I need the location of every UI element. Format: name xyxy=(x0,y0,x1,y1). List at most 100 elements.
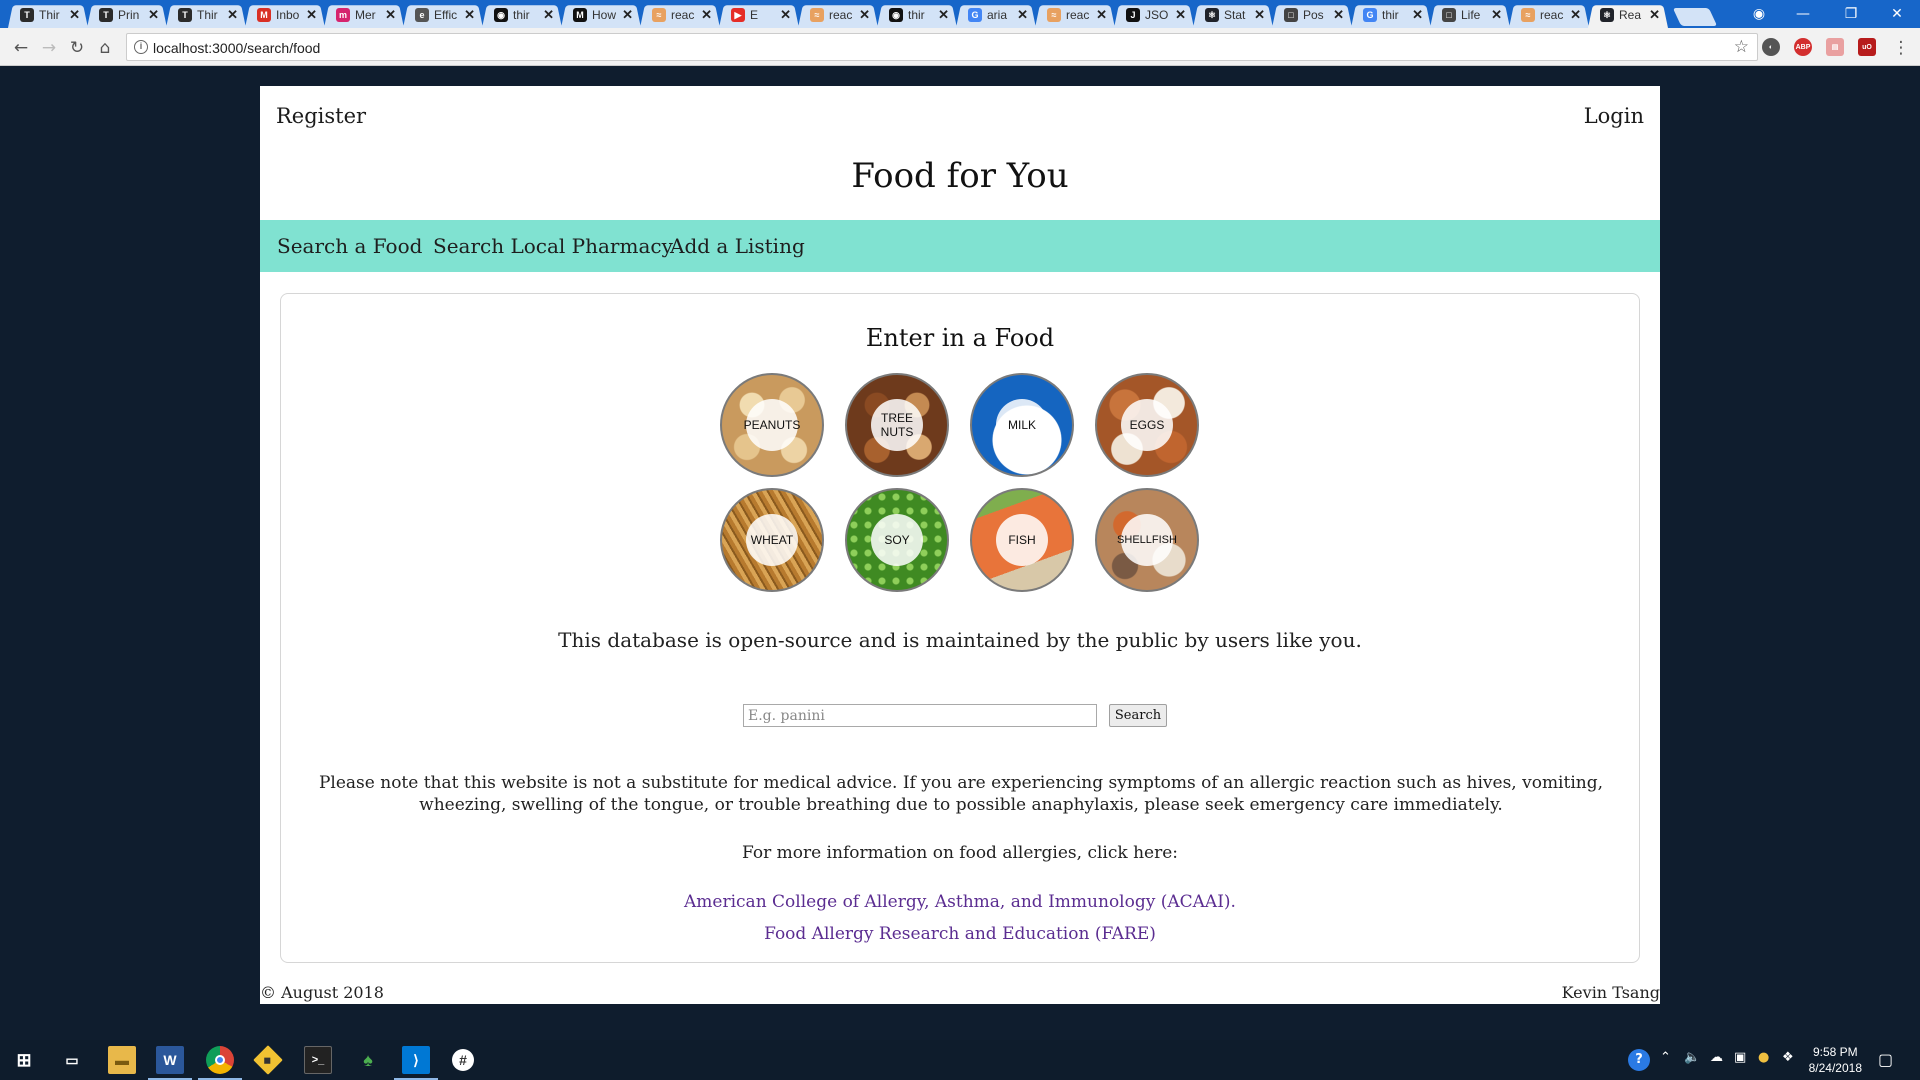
terminal-icon[interactable]: >_ xyxy=(304,1046,332,1074)
browser-tab[interactable]: Gthir ✕ xyxy=(1351,2,1431,28)
info-icon[interactable]: i xyxy=(134,40,148,54)
back-button[interactable]: ← xyxy=(10,37,32,59)
food-shellfish[interactable]: SHELLFISH xyxy=(1095,488,1199,592)
browser-tab[interactable]: ≈ reac ✕ xyxy=(1035,2,1115,28)
food-soy[interactable]: SOY xyxy=(845,488,949,592)
profile-icon[interactable]: ◉ xyxy=(1736,0,1782,28)
volume-icon[interactable]: 🔈 xyxy=(1684,1050,1700,1065)
tab-close-icon[interactable]: ✕ xyxy=(1175,7,1186,23)
tab-favicon-icon: T xyxy=(178,8,192,22)
tab-close-icon[interactable]: ✕ xyxy=(1412,7,1423,23)
browser-tab[interactable]: ≈ reac ✕ xyxy=(640,2,720,28)
browser-tab[interactable]: T Thir ✕ xyxy=(8,2,88,28)
tab-close-icon[interactable]: ✕ xyxy=(1649,7,1660,23)
pdf-extension-icon[interactable]: ▤ xyxy=(1826,38,1844,56)
slack-icon[interactable]: # xyxy=(452,1049,474,1071)
address-url[interactable]: localhost:3000/search/food xyxy=(153,40,320,56)
ublock-origin-icon[interactable]: uO xyxy=(1858,38,1876,56)
tab-close-icon[interactable]: ✕ xyxy=(385,7,396,23)
tab-close-icon[interactable]: ✕ xyxy=(148,7,159,23)
tab-close-icon[interactable]: ✕ xyxy=(701,7,712,23)
browser-tab[interactable]: T Prin ✕ xyxy=(87,2,167,28)
food-wheat[interactable]: WHEAT xyxy=(720,488,824,592)
browser-tab[interactable]: ◉ thir ✕ xyxy=(482,2,562,28)
tab-close-icon[interactable]: ✕ xyxy=(464,7,475,23)
food-tree-nuts[interactable]: TREE NUTS xyxy=(845,373,949,477)
tab-close-icon[interactable]: ✕ xyxy=(938,7,949,23)
nav-search-a-food[interactable]: Search a Food xyxy=(277,234,422,258)
food-milk[interactable]: MILK xyxy=(970,373,1074,477)
nav-search-local-pharmacy[interactable]: Search Local Pharmacy xyxy=(433,234,673,258)
sourcetree-icon[interactable]: ◆ xyxy=(253,1045,283,1075)
minimize-button[interactable]: — xyxy=(1780,0,1826,28)
food-fish[interactable]: FISH xyxy=(970,488,1074,592)
new-tab-button[interactable] xyxy=(1677,8,1713,26)
home-button[interactable]: ⌂ xyxy=(94,37,116,59)
onedrive-icon[interactable]: ☁ xyxy=(1710,1050,1723,1065)
tab-close-icon[interactable]: ✕ xyxy=(1570,7,1581,23)
tab-favicon-icon: ⚛ xyxy=(1600,8,1614,22)
browser-tab[interactable]: ⚛ Rea ✕ xyxy=(1588,2,1668,28)
word-icon[interactable]: W xyxy=(148,1046,192,1080)
nav-add-a-listing[interactable]: Add a Listing xyxy=(670,234,805,258)
browser-tab[interactable]: M Inbo ✕ xyxy=(245,2,325,28)
browser-tab[interactable]: ◉ thir ✕ xyxy=(877,2,957,28)
browser-tab[interactable]: ▶ E ✕ xyxy=(719,2,799,28)
tab-close-icon[interactable]: ✕ xyxy=(1017,7,1028,23)
browser-tab[interactable]: T Thir ✕ xyxy=(166,2,246,28)
browser-tab[interactable]: ≈ reac ✕ xyxy=(1509,2,1589,28)
tray-expand-icon[interactable]: ⌃ xyxy=(1660,1050,1671,1065)
browser-tab[interactable]: M How ✕ xyxy=(561,2,641,28)
browser-tab[interactable]: e Effic ✕ xyxy=(403,2,483,28)
chrome-icon[interactable] xyxy=(198,1046,242,1080)
task-view-icon[interactable]: ▭ xyxy=(58,1046,86,1074)
register-link[interactable]: Register xyxy=(276,104,366,128)
browser-tab[interactable]: J JSO ✕ xyxy=(1114,2,1194,28)
login-link[interactable]: Login xyxy=(1584,104,1644,128)
tab-close-icon[interactable]: ✕ xyxy=(1254,7,1265,23)
menu-icon[interactable]: ⋮ xyxy=(1890,37,1912,59)
tab-close-icon[interactable]: ✕ xyxy=(859,7,870,23)
browser-tab[interactable]: ⚛ Stat ✕ xyxy=(1193,2,1273,28)
file-explorer-icon[interactable]: ▬ xyxy=(108,1046,136,1074)
browser-tab[interactable]: ≈ reac ✕ xyxy=(798,2,878,28)
food-label: TREE NUTS xyxy=(880,411,914,439)
acaai-link[interactable]: American College of Allergy, Asthma, and… xyxy=(281,892,1639,912)
fare-link[interactable]: Food Allergy Research and Education (FAR… xyxy=(281,924,1639,944)
app-leaf-icon[interactable]: ♠ xyxy=(354,1046,382,1074)
browser-tab[interactable]: □ Life ✕ xyxy=(1430,2,1510,28)
tab-close-icon[interactable]: ✕ xyxy=(1491,7,1502,23)
food-peanuts[interactable]: PEANUTS xyxy=(720,373,824,477)
tab-close-icon[interactable]: ✕ xyxy=(1096,7,1107,23)
food-search-input[interactable] xyxy=(743,704,1097,727)
tab-close-icon[interactable]: ✕ xyxy=(306,7,317,23)
tab-close-icon[interactable]: ✕ xyxy=(780,7,791,23)
adblock-plus-icon[interactable]: ABP xyxy=(1794,38,1812,56)
extension-icon[interactable]: ◐ xyxy=(1762,38,1780,56)
help-icon[interactable]: ? xyxy=(1628,1049,1650,1071)
action-center-icon[interactable]: ▢ xyxy=(1878,1050,1893,1069)
browser-tab[interactable]: m Mer ✕ xyxy=(324,2,404,28)
browser-tab[interactable]: □ Pos ✕ xyxy=(1272,2,1352,28)
tab-close-icon[interactable]: ✕ xyxy=(1333,7,1344,23)
forward-button[interactable]: → xyxy=(38,37,60,59)
tab-list: T Thir ✕ T Prin ✕ T Thir ✕ M Inbo ✕ m Mer ✕ e Effic ✕ ◉ thi… xyxy=(8,2,1713,28)
restore-button[interactable]: ❐ xyxy=(1828,0,1874,28)
address-bar[interactable]: i localhost:3000/search/food ☆ xyxy=(126,33,1758,61)
close-window-button[interactable]: ✕ xyxy=(1874,0,1920,28)
dropbox-icon[interactable]: ❖ xyxy=(1782,1050,1794,1065)
vscode-icon[interactable]: ⟩ xyxy=(394,1046,438,1080)
food-eggs[interactable]: EGGS xyxy=(1095,373,1199,477)
weather-icon[interactable]: ● xyxy=(1758,1050,1769,1065)
tab-close-icon[interactable]: ✕ xyxy=(69,7,80,23)
search-button[interactable]: Search xyxy=(1109,704,1167,727)
windows-start-icon[interactable]: ⊞ xyxy=(10,1046,38,1074)
bookmark-star-icon[interactable]: ☆ xyxy=(1734,37,1749,57)
network-icon[interactable]: ▣ xyxy=(1734,1050,1746,1065)
tab-close-icon[interactable]: ✕ xyxy=(227,7,238,23)
tab-close-icon[interactable]: ✕ xyxy=(622,7,633,23)
reload-button[interactable]: ↻ xyxy=(66,37,88,59)
taskbar-clock[interactable]: 9:58 PM 8/24/2018 xyxy=(1809,1044,1862,1076)
browser-tab[interactable]: Garia ✕ xyxy=(956,2,1036,28)
tab-close-icon[interactable]: ✕ xyxy=(543,7,554,23)
